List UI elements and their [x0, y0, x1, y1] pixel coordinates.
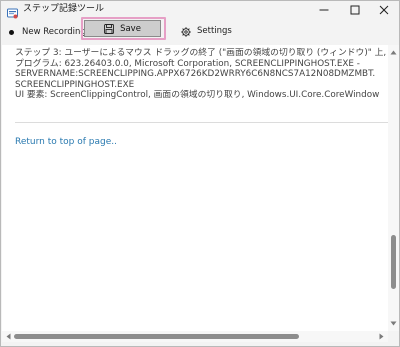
scroll-down-arrow-icon[interactable]: [390, 320, 397, 326]
vertical-scroll-thumb[interactable]: [391, 235, 396, 289]
gear-icon: [181, 22, 191, 41]
minimize-button[interactable]: [309, 1, 339, 19]
steps-recorder-app-icon: [7, 4, 18, 19]
close-icon: [379, 5, 389, 15]
vertical-scrollbar[interactable]: [388, 45, 399, 331]
scroll-up-arrow-icon[interactable]: [390, 49, 397, 55]
recorded-steps-view[interactable]: ステップ 3: ユーザーによるマウス ドラッグの終了 ("画面の領域の切り取り …: [2, 45, 388, 331]
horizontal-scroll-thumb[interactable]: [14, 334, 299, 339]
step-program-line: プログラム: 623.26403.0.0, Microsoft Corporat…: [15, 58, 360, 69]
record-dot-icon: [9, 29, 14, 35]
scroll-right-arrow-icon[interactable]: [378, 333, 384, 340]
scroll-left-arrow-icon[interactable]: [5, 333, 11, 340]
step-ui-element-line: UI 要素: ScreenClippingControl, 画面の領域の切り取り…: [15, 90, 380, 100]
title-bar[interactable]: ステップ記録ツール: [1, 1, 399, 19]
steps-recorder-window: ステップ記録ツール New Recording Save Settings ステ…: [0, 0, 400, 347]
section-divider: [15, 122, 388, 123]
new-recording-button[interactable]: New Recording: [9, 25, 86, 39]
floppy-disk-icon: [104, 19, 115, 38]
maximize-button[interactable]: [340, 1, 370, 19]
maximize-icon: [350, 5, 360, 15]
step-program-line-2: SERVERNAME:SCREENCLIPPING.APPX6726KD2WRR…: [15, 69, 376, 79]
save-label: Save: [120, 23, 141, 34]
horizontal-scrollbar[interactable]: [2, 331, 388, 342]
settings-button[interactable]: Settings: [181, 24, 232, 38]
new-recording-label: New Recording: [22, 27, 86, 37]
save-button[interactable]: Save: [84, 20, 161, 37]
close-button[interactable]: [369, 1, 399, 19]
step-title-line: ステップ 3: ユーザーによるマウス ドラッグの終了 ("画面の領域の切り取り …: [15, 48, 388, 58]
minimize-icon: [319, 5, 329, 15]
step-3-details: ステップ 3: ユーザーによるマウス ドラッグの終了 ("画面の領域の切り取り …: [15, 48, 388, 101]
window-title: ステップ記録ツール: [23, 4, 105, 14]
return-to-top-link[interactable]: Return to top of page..: [15, 137, 117, 147]
step-program-line-3: SCREENCLIPPINGHOST.EXE: [15, 79, 135, 90]
settings-label: Settings: [197, 26, 232, 36]
scrollbar-corner: [388, 331, 399, 342]
